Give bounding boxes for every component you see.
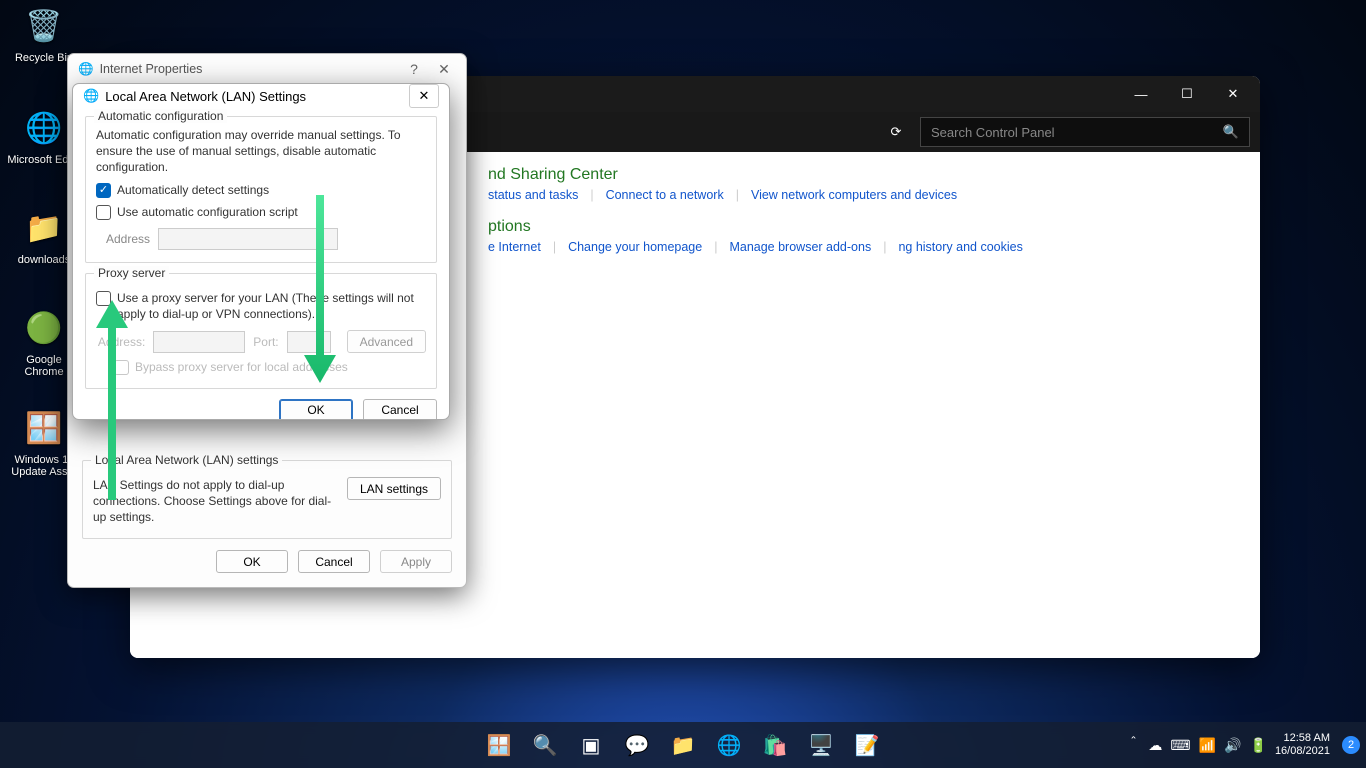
folder-icon: 📁 (22, 206, 66, 250)
group-legend: Proxy server (94, 266, 169, 280)
lan-settings-description: LAN Settings do not apply to dial-up con… (93, 477, 337, 526)
proxy-address-input (153, 331, 245, 353)
help-button[interactable]: ? (402, 61, 426, 77)
widgets-button[interactable]: 💬 (617, 725, 657, 765)
search-input[interactable]: Search Control Panel 🔍 (920, 117, 1250, 147)
automatic-configuration-group: Automatic configuration Automatic config… (85, 116, 437, 263)
cancel-button[interactable]: Cancel (298, 550, 370, 573)
section-title-network: nd Sharing Center (488, 166, 1242, 184)
use-proxy-checkbox[interactable] (96, 291, 111, 306)
bypass-local-label: Bypass proxy server for local addresses (135, 359, 348, 375)
ok-button[interactable]: OK (279, 399, 353, 421)
search-button[interactable]: 🔍 (525, 725, 565, 765)
dialog-titlebar[interactable]: 🌐 Local Area Network (LAN) Settings ✕ (73, 84, 449, 108)
dialog-buttons: OK Cancel (73, 389, 449, 421)
link[interactable]: status and tasks (488, 188, 578, 202)
address-label: Address (96, 232, 150, 246)
dialog-titlebar[interactable]: 🌐 Internet Properties ? ✕ (68, 54, 466, 84)
proxy-server-group: Proxy server Use a proxy server for your… (85, 273, 437, 389)
link[interactable]: View network computers and devices (751, 188, 957, 202)
internet-options-icon: 🌐 (83, 88, 99, 104)
bypass-local-checkbox (114, 360, 129, 375)
clock-time: 12:58 AM (1275, 732, 1330, 745)
auto-script-address-input (158, 228, 338, 250)
use-proxy-label: Use a proxy server for your LAN (These s… (117, 290, 426, 322)
taskbar-center: 🪟 🔍 ▣ 💬 📁 🌐 🛍️ 🖥️ 📝 (479, 722, 887, 768)
apply-button[interactable]: Apply (380, 550, 452, 573)
refresh-button[interactable]: ⟳ (884, 124, 908, 140)
proxy-address-label: Address: (96, 335, 145, 349)
link[interactable]: ng history and cookies (898, 240, 1022, 254)
maximize-button[interactable]: ☐ (1164, 76, 1210, 112)
advanced-button[interactable]: Advanced (347, 330, 426, 353)
auto-config-description: Automatic configuration may override man… (96, 127, 426, 176)
minimize-button[interactable]: — (1118, 76, 1164, 112)
lan-settings-button[interactable]: LAN settings (347, 477, 441, 500)
auto-detect-label: Automatically detect settings (117, 182, 269, 198)
group-legend: Automatic configuration (94, 109, 227, 123)
file-explorer-button[interactable]: 📁 (663, 725, 703, 765)
auto-detect-checkbox[interactable]: ✓ (96, 183, 111, 198)
lan-settings-dialog: 🌐 Local Area Network (LAN) Settings ✕ Au… (72, 83, 450, 420)
store-button[interactable]: 🛍️ (755, 725, 795, 765)
proxy-port-input (287, 331, 331, 353)
tray-overflow-icon[interactable]: ＾ (1126, 735, 1140, 755)
dialog-title: Internet Properties (100, 62, 203, 76)
edge-button[interactable]: 🌐 (709, 725, 749, 765)
edge-icon: 🌐 (22, 106, 66, 150)
dialog-buttons: OK Cancel Apply (68, 540, 466, 587)
battery-icon[interactable]: 🔋 (1250, 737, 1267, 754)
taskbar: 🪟 🔍 ▣ 💬 📁 🌐 🛍️ 🖥️ 📝 ＾ ☁ ⌨ 📶 🔊 🔋 12:58 AM… (0, 722, 1366, 768)
group-legend: Local Area Network (LAN) settings (91, 453, 282, 467)
task-view-button[interactable]: ▣ (571, 725, 611, 765)
chrome-icon: 🟢 (22, 306, 66, 350)
dialog-title: Local Area Network (LAN) Settings (105, 89, 306, 104)
control-panel-button[interactable]: 🖥️ (801, 725, 841, 765)
lan-settings-group: Local Area Network (LAN) settings LAN Se… (82, 460, 452, 539)
section-links-internet-options: e Internet| Change your homepage| Manage… (488, 240, 1242, 254)
link[interactable]: Manage browser add-ons (729, 240, 871, 254)
recycle-bin-icon: 🗑️ (22, 4, 66, 48)
ok-button[interactable]: OK (216, 550, 288, 573)
keyboard-icon[interactable]: ⌨ (1170, 737, 1190, 754)
dialog-body: Automatic configuration Automatic config… (73, 108, 449, 389)
onedrive-icon[interactable]: ☁ (1148, 737, 1162, 754)
notification-badge[interactable]: 2 (1342, 736, 1360, 754)
close-button[interactable]: ✕ (432, 61, 456, 78)
windows-icon: 🪟 (22, 406, 66, 450)
wifi-icon[interactable]: 📶 (1199, 737, 1216, 754)
clock[interactable]: 12:58 AM 16/08/2021 (1275, 732, 1330, 758)
section-links-network: status and tasks| Connect to a network| … (488, 188, 1242, 202)
auto-script-checkbox[interactable] (96, 205, 111, 220)
search-icon: 🔍 (1223, 124, 1239, 140)
internet-options-icon: 🌐 (78, 62, 94, 77)
cancel-button[interactable]: Cancel (363, 399, 437, 421)
link[interactable]: e Internet (488, 240, 541, 254)
link[interactable]: Connect to a network (606, 188, 724, 202)
volume-icon[interactable]: 🔊 (1224, 737, 1241, 754)
link[interactable]: Change your homepage (568, 240, 702, 254)
section-title-internet-options: ptions (488, 218, 1242, 236)
close-button[interactable]: ✕ (1210, 76, 1256, 112)
auto-script-label: Use automatic configuration script (117, 204, 298, 220)
close-button[interactable]: ✕ (409, 84, 439, 108)
start-button[interactable]: 🪟 (479, 725, 519, 765)
system-tray: ＾ ☁ ⌨ 📶 🔊 🔋 12:58 AM 16/08/2021 2 (1126, 722, 1360, 768)
app-button[interactable]: 📝 (847, 725, 887, 765)
search-placeholder: Search Control Panel (931, 125, 1055, 140)
proxy-port-label: Port: (253, 335, 278, 349)
clock-date: 16/08/2021 (1275, 745, 1330, 758)
